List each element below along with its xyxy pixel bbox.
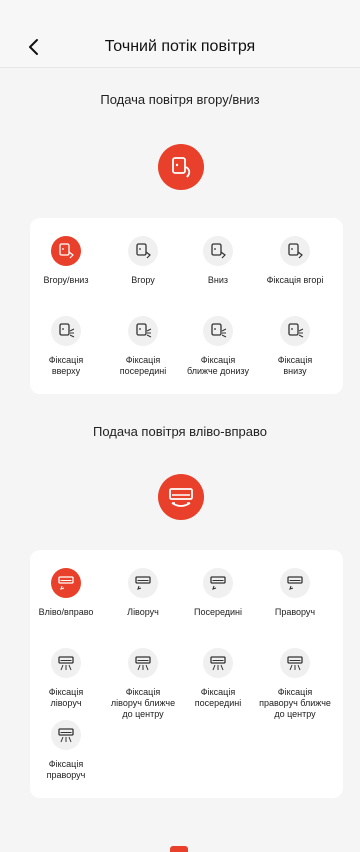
horizontal-option[interactable]: Фіксація ліворуч <box>26 648 106 709</box>
page-title: Точний потік повітря <box>104 38 256 55</box>
horizontal-option-icon <box>128 568 158 598</box>
horizontal-options-card: Вліво/вправо Ліворуч Посередині Праворуч… <box>30 550 343 798</box>
vertical-option-icon <box>280 236 310 266</box>
vertical-airflow-title: Подача повітря вгору/вниз <box>100 92 260 107</box>
horizontal-option[interactable]: Фіксація праворуч ближче до центру <box>255 648 335 720</box>
vertical-option[interactable]: Фіксація вгорі <box>255 236 335 286</box>
horizontal-option-icon <box>203 568 233 598</box>
horizontal-option[interactable]: Ліворуч <box>103 568 183 618</box>
vertical-option[interactable]: Вниз <box>178 236 258 286</box>
horizontal-option[interactable]: Фіксація посередині <box>178 648 258 709</box>
vertical-option-icon <box>51 316 81 346</box>
vertical-option-icon <box>51 236 81 266</box>
vertical-option-icon <box>280 316 310 346</box>
vertical-option[interactable]: Фіксація ближче донизу <box>178 316 258 377</box>
vertical-option-label: Фіксація вгорі <box>266 275 324 285</box>
vertical-option[interactable]: Фіксація внизу <box>255 316 335 377</box>
horizontal-option[interactable]: Фіксація праворуч <box>26 720 106 781</box>
horizontal-option-label: Фіксація посередині <box>194 687 242 708</box>
horizontal-option[interactable]: Посередині <box>178 568 258 618</box>
horizontal-option-icon <box>280 648 310 678</box>
horizontal-option-label: Праворуч <box>274 607 316 617</box>
vertical-option[interactable]: Вгору/вниз <box>26 236 106 286</box>
vertical-option-icon <box>203 316 233 346</box>
vertical-option[interactable]: Фіксація вверху <box>26 316 106 377</box>
horizontal-option-icon <box>51 648 81 678</box>
horizontal-option[interactable]: Праворуч <box>255 568 335 618</box>
vertical-option-label: Фіксація вверху <box>48 355 84 376</box>
vertical-option-label: Фіксація ближче донизу <box>187 355 249 376</box>
vertical-option-icon <box>128 316 158 346</box>
vertical-option[interactable]: Фіксація посередині <box>103 316 183 377</box>
vertical-option-label: Вгору <box>131 275 155 285</box>
horizontal-option-label: Посередині <box>193 607 243 617</box>
vertical-option[interactable]: Вгору <box>103 236 183 286</box>
horizontal-airflow-title: Подача повітря вліво-вправо <box>93 424 267 439</box>
horizontal-option-icon <box>51 720 81 750</box>
vertical-option-label: Фіксація внизу <box>277 355 313 376</box>
horizontal-option[interactable]: Вліво/вправо <box>26 568 106 618</box>
horizontal-option-label: Фіксація ліворуч <box>48 687 84 708</box>
horizontal-option-icon <box>128 648 158 678</box>
horizontal-option-label: Фіксація ліворуч ближче до центру <box>110 687 176 719</box>
horizontal-option-label: Вліво/вправо <box>38 607 94 617</box>
vertical-airflow-main-icon <box>158 144 204 190</box>
horizontal-option[interactable]: Фіксація ліворуч ближче до центру <box>103 648 183 720</box>
vertical-option-icon <box>203 236 233 266</box>
horizontal-option-label: Ліворуч <box>127 607 159 617</box>
vertical-options-card: Вгору/вниз Вгору Вниз Фіксація вгорі Фік… <box>30 218 343 394</box>
bottom-partial-icon <box>170 846 188 852</box>
horizontal-option-icon <box>51 568 81 598</box>
horizontal-airflow-main-icon <box>158 474 204 520</box>
vertical-option-icon <box>128 236 158 266</box>
horizontal-option-label: Фіксація праворуч ближче до центру <box>259 687 331 719</box>
horizontal-option-icon <box>280 568 310 598</box>
vertical-option-label: Вниз <box>207 275 229 285</box>
header-bar: Точний потік повітря <box>0 0 360 68</box>
vertical-option-label: Фіксація посередині <box>119 355 167 376</box>
vertical-option-label: Вгору/вниз <box>43 275 89 285</box>
horizontal-option-label: Фіксація праворуч <box>46 759 86 780</box>
horizontal-option-icon <box>203 648 233 678</box>
